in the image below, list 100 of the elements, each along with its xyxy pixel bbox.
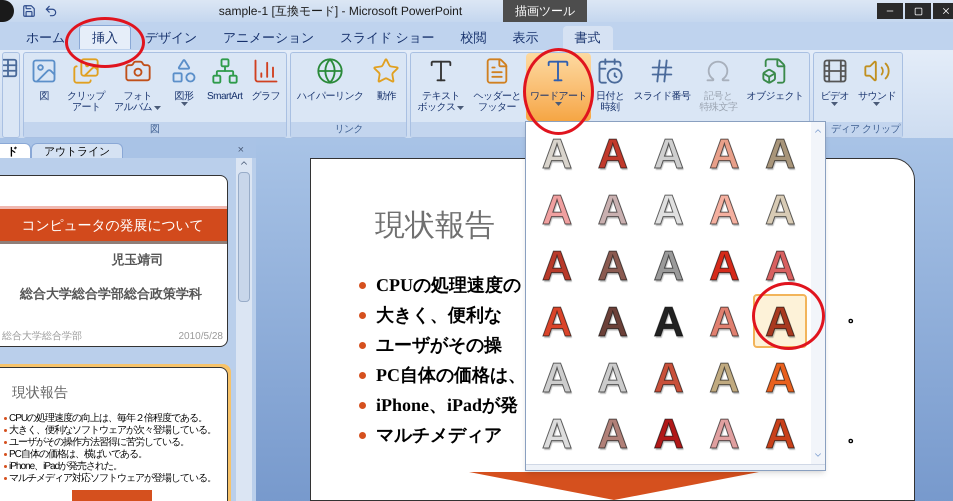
ribbon-tab[interactable]: 挿入	[79, 25, 131, 50]
button-label-line: ワードアート	[530, 91, 587, 102]
ribbon-button[interactable]: 図	[26, 53, 62, 121]
window-title: sample-1 [互換モード] - Microsoft PowerPoint	[218, 3, 462, 20]
ribbon-button[interactable]: クリップ アート	[63, 53, 109, 121]
pane-tab[interactable]: アウトライン	[31, 143, 123, 158]
smartart-icon	[210, 57, 239, 85]
ribbon-tab[interactable]: デザイン	[133, 26, 209, 50]
button-label-line: 動作	[376, 91, 396, 102]
wordart-style[interactable]: A	[530, 238, 584, 292]
wordart-style[interactable]: A	[642, 294, 696, 348]
slide-bullet-end: 。	[847, 424, 865, 446]
scrollbar[interactable]	[236, 158, 252, 501]
ribbon-tab[interactable]: 表示	[500, 26, 551, 50]
wordart-style[interactable]: A	[753, 238, 808, 292]
ribbon-button[interactable]: テキスト ボックス	[413, 53, 468, 121]
ribbon-button[interactable]: ワードアート	[526, 53, 591, 121]
ribbon-tab[interactable]: スライド ショー	[328, 26, 447, 50]
slide-thumbnail[interactable]: 現状報告 CPUの処理速度の向上は、毎年２倍程度である。 大きく、便利なソフトウェアが次々登場している。 ユーザがその操作方法習得に苦労している。 PC自体の価格は、横ばいである。 iPhone、iPadが発売された。 マルチメディア対応ソフトウェアが登場している。	[0, 364, 231, 501]
button-label-line: ハイパーリンク	[296, 91, 364, 102]
maximize-icon[interactable]	[905, 3, 931, 19]
button-label-line: グラフ	[251, 91, 280, 102]
wordart-style[interactable]: A	[586, 126, 640, 180]
wordart-style[interactable]: A	[586, 294, 640, 348]
picture-icon	[30, 57, 58, 85]
ribbon-button[interactable]: ビデオ	[816, 53, 853, 121]
thumbnail-author: 児玉靖司	[112, 251, 164, 269]
wordart-style[interactable]: A	[753, 294, 808, 348]
wordart-style[interactable]: A	[642, 350, 696, 404]
ribbon-tab[interactable]: 校閲	[448, 26, 499, 50]
thumbnail-bullet: iPhone、iPadが発売された。	[9, 461, 122, 472]
group-label: リンク	[334, 123, 363, 137]
button-label-line: テキスト	[422, 91, 460, 102]
thumbnail-bullet: CPUの処理速度の向上は、毎年２倍程度である。	[9, 413, 208, 424]
button-label-line: クリップ	[67, 91, 105, 102]
globe-icon	[316, 57, 344, 85]
slide-bullet: ユーザがその操	[376, 334, 502, 356]
wordart-style[interactable]: A	[530, 294, 584, 348]
thumbnail-bullet: PC自体の価格は、横ばいである。	[9, 449, 147, 460]
save-icon[interactable]	[22, 4, 36, 18]
close-button[interactable]: ×	[238, 142, 244, 158]
slide-bullet: PC自体の価格は、	[376, 364, 526, 386]
thumbnail-bullet: 大きく、便利なソフトウェアが次々登場している。	[9, 425, 216, 436]
office-button[interactable]	[0, 0, 14, 22]
button-label-line: 図形	[174, 91, 194, 102]
slide-thumbnail[interactable]: コンピュータの発展について 児玉靖司 総合大学総合学部総合政策学科 総合大学総合学部 2010/5/28	[0, 172, 231, 350]
button-label-line: 図	[39, 91, 49, 102]
chart-icon	[252, 57, 280, 85]
button-label-line: フォト	[123, 91, 152, 102]
resize-grip[interactable]	[526, 464, 825, 470]
thumbnail-bullet: マルチメディア対応ソフトウェアが登場している。	[9, 473, 216, 484]
clip-art-icon	[72, 57, 100, 85]
ribbon-button[interactable]: フォト アルバム	[110, 53, 165, 121]
button-label-line: 特殊文字	[699, 102, 738, 113]
ribbon-button[interactable]: 動作	[368, 53, 404, 121]
ribbon-button[interactable]: サウンド	[854, 53, 900, 121]
ribbon-button[interactable]: SmartArt	[203, 53, 246, 121]
wordart-style[interactable]: A	[753, 406, 808, 460]
slide-bullet: CPUの処理速度の	[376, 274, 521, 296]
button-label-line: スライド番号	[633, 91, 690, 102]
table-icon[interactable]	[3, 57, 19, 79]
calendar-icon	[596, 57, 624, 85]
wordart-style[interactable]: A	[586, 238, 640, 292]
button-label-line: サウンド	[858, 91, 896, 102]
ribbon-tab[interactable]: ホーム	[14, 26, 77, 50]
thumbnail-footer: 総合大学総合学部	[2, 332, 82, 342]
ribbon-button[interactable]: ハイパーリンク	[292, 53, 368, 121]
button-label-line: オブジェクト	[746, 91, 804, 102]
button-label-line: 時刻	[600, 102, 620, 113]
group-label: ディア クリップ	[831, 122, 900, 137]
button-label-line: ボックス	[417, 102, 464, 113]
caret-icon	[180, 102, 188, 106]
button-label-line: ヘッダーと	[473, 91, 521, 102]
ribbon-button[interactable]: 図形	[166, 53, 202, 121]
pane-tab[interactable]: ド	[0, 143, 31, 158]
thumbnail-date: 2010/5/28	[178, 332, 223, 342]
caret-icon	[873, 102, 880, 106]
scrollbar-thumb[interactable]	[238, 172, 250, 302]
slide-bullet: iPhone、iPadが発	[376, 394, 518, 416]
caret-icon	[154, 106, 161, 110]
undo-icon[interactable]	[44, 4, 58, 18]
film-reel-icon	[820, 57, 849, 85]
ribbon-button[interactable]: オブジェクト	[742, 53, 808, 121]
ribbon-button[interactable]: グラフ	[247, 53, 284, 121]
ribbon-button[interactable]: スライド番号	[629, 53, 694, 121]
button-label-line: アルバム	[114, 102, 161, 113]
ribbon-button[interactable]: 日付と 時刻	[592, 53, 628, 121]
button-label-line: フッター	[478, 102, 516, 113]
button-label-line: 日付と	[596, 91, 624, 102]
wordart-style[interactable]: A	[642, 406, 696, 460]
button-label-line: アート	[72, 102, 100, 113]
ribbon-button[interactable]: ヘッダーと フッター	[469, 53, 525, 121]
wordart-style[interactable]: A	[697, 238, 752, 292]
caret-icon	[457, 106, 464, 110]
star-icon	[372, 57, 400, 85]
slide-bullet: マルチメディア	[376, 424, 502, 446]
ribbon-tab[interactable]: 書式	[562, 26, 613, 50]
ribbon-tab[interactable]: アニメーション	[211, 26, 326, 50]
close-icon[interactable]	[933, 3, 953, 19]
shapes-icon	[170, 57, 198, 85]
